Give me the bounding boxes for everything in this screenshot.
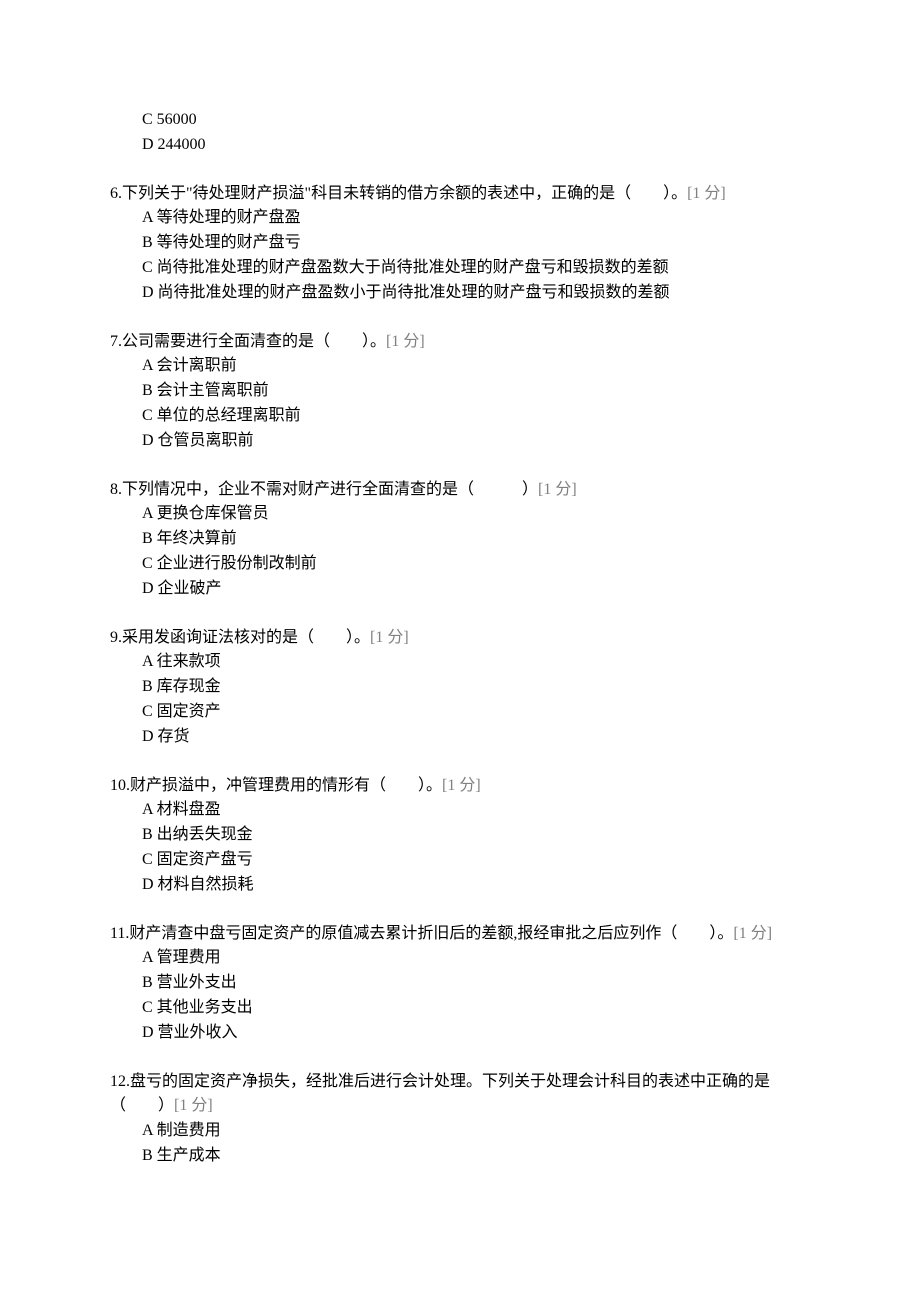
question-option: B 生产成本 (110, 1144, 810, 1169)
question-option: C 尚待批准处理的财产盘盈数大于尚待批准处理的财产盘亏和毁损数的差额 (110, 256, 810, 281)
question-option: D 企业破产 (110, 577, 810, 602)
question-option: D 存货 (110, 725, 810, 750)
question-option: D 仓管员离职前 (110, 429, 810, 454)
question-option: A 等待处理的财产盘盈 (110, 206, 810, 231)
question-stem: 7.公司需要进行全面清查的是（ ）。 (110, 333, 386, 350)
question-9: 9.采用发函询证法核对的是（ ）。[1 分] A 往来款项 B 库存现金 C 固… (110, 626, 810, 750)
question-points: [1 分] (386, 333, 425, 350)
question-12: 12.盘亏的固定资产净损失，经批准后进行会计处理。下列关于处理会计科目的表述中正… (110, 1070, 810, 1169)
question-stem: 8.下列情况中，企业不需对财产进行全面清查的是（ ） (110, 481, 538, 498)
question-stem: 11.财产清查中盘亏固定资产的原值减去累计折旧后的差额,报经审批之后应列作（ ）… (110, 925, 733, 942)
question-stem: 6.下列关于"待处理财产损溢"科目未转销的借方余额的表述中，正确的是（ ）。 (110, 185, 687, 202)
question-points: [1 分] (370, 629, 409, 646)
question-option: D 营业外收入 (110, 1021, 810, 1046)
question-option: B 会计主管离职前 (110, 379, 810, 404)
question-option: C 固定资产盘亏 (110, 848, 810, 873)
question-points: [1 分] (687, 185, 726, 202)
question-option: C 企业进行股份制改制前 (110, 552, 810, 577)
question-option: A 往来款项 (110, 650, 810, 675)
question-option: C 固定资产 (110, 700, 810, 725)
question-10: 10.财产损溢中，冲管理费用的情形有（ ）。[1 分] A 材料盘盈 B 出纳丢… (110, 774, 810, 898)
question-option: D 材料自然损耗 (110, 873, 810, 898)
question-option: B 等待处理的财产盘亏 (110, 231, 810, 256)
question-stem: 9.采用发函询证法核对的是（ ）。 (110, 629, 370, 646)
question-option: B 年终决算前 (110, 527, 810, 552)
question-option: A 材料盘盈 (110, 798, 810, 823)
question-7: 7.公司需要进行全面清查的是（ ）。[1 分] A 会计离职前 B 会计主管离职… (110, 330, 810, 454)
question-points: [1 分] (174, 1097, 213, 1114)
question-stem: 10.财产损溢中，冲管理费用的情形有（ ）。 (110, 777, 442, 794)
prev-question-option: D 244000 (110, 133, 810, 158)
question-points: [1 分] (733, 925, 772, 942)
question-option: D 尚待批准处理的财产盘盈数小于尚待批准处理的财产盘亏和毁损数的差额 (110, 281, 810, 306)
question-option: B 出纳丢失现金 (110, 823, 810, 848)
question-6: 6.下列关于"待处理财产损溢"科目未转销的借方余额的表述中，正确的是（ ）。[1… (110, 182, 810, 306)
question-option: B 库存现金 (110, 675, 810, 700)
question-points: [1 分] (538, 481, 577, 498)
question-11: 11.财产清查中盘亏固定资产的原值减去累计折旧后的差额,报经审批之后应列作（ ）… (110, 922, 810, 1046)
question-points: [1 分] (442, 777, 481, 794)
question-option: A 管理费用 (110, 946, 810, 971)
document-page: C 56000 D 244000 6.下列关于"待处理财产损溢"科目未转销的借方… (0, 0, 920, 1302)
question-option: C 单位的总经理离职前 (110, 404, 810, 429)
prev-question-option: C 56000 (110, 108, 810, 133)
question-option: A 会计离职前 (110, 354, 810, 379)
question-option: B 营业外支出 (110, 971, 810, 996)
question-option: A 更换仓库保管员 (110, 502, 810, 527)
question-8: 8.下列情况中，企业不需对财产进行全面清查的是（ ）[1 分] A 更换仓库保管… (110, 478, 810, 602)
question-option: A 制造费用 (110, 1119, 810, 1144)
question-option: C 其他业务支出 (110, 996, 810, 1021)
